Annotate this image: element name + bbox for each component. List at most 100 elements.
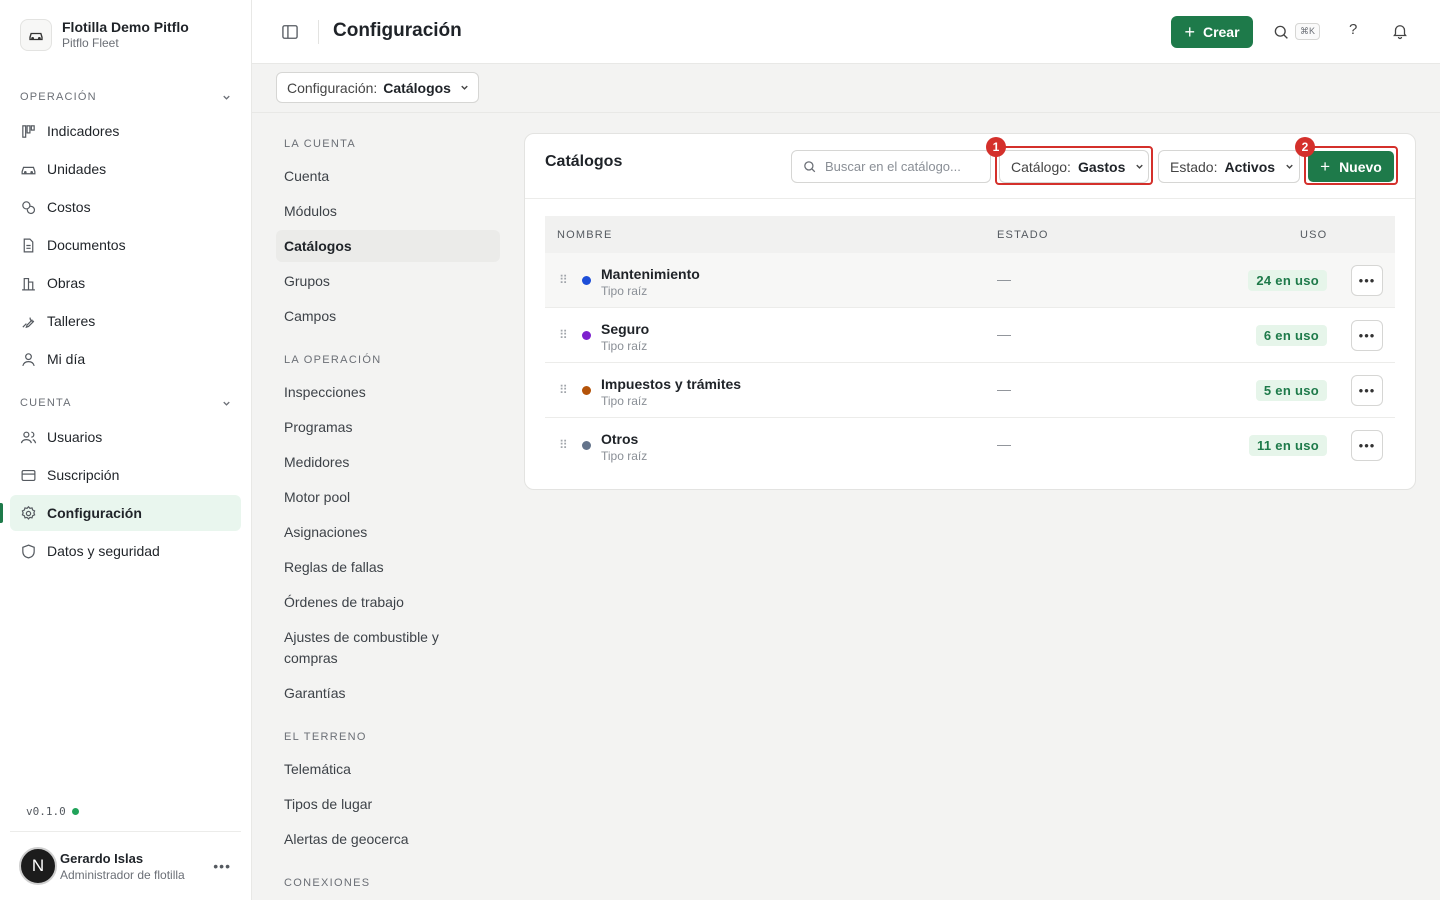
sidebar-item-suscripcion[interactable]: Suscripción [10,457,241,493]
sidebar-item-label: Talleres [47,313,96,329]
sidebar-item-documentos[interactable]: Documentos [10,227,241,263]
color-dot [582,276,591,285]
row-subtitle: Tipo raíz [601,449,648,463]
sidebar-item-obras[interactable]: Obras [10,265,241,301]
settings-section-title: CONEXIONES [284,877,371,889]
settings-item-alertas-geocerca[interactable]: Alertas de geocerca [276,823,500,855]
new-item-button[interactable]: + Nuevo [1308,151,1394,182]
row-more-button[interactable]: ••• [1351,375,1383,406]
sidebar-item-unidades[interactable]: Unidades [10,151,241,187]
more-icon[interactable]: ••• [213,858,231,874]
settings-item-ajustes-combustible[interactable]: Ajustes de combustible y compras [276,627,466,669]
column-header-uso: USO [1300,229,1328,241]
catalog-table: NOMBRE ESTADO USO ⠿ Mantenimiento Tipo r… [545,216,1395,473]
sidebar-item-costos[interactable]: Costos [10,189,241,225]
section-title: OPERACIÓN [20,91,97,103]
row-estado: — [997,436,1011,452]
settings-item-motor-pool[interactable]: Motor pool [276,481,500,513]
sidebar-item-label: Documentos [47,237,126,253]
drag-handle-icon[interactable]: ⠿ [559,328,568,342]
card-title: Catálogos [545,153,623,170]
catalog-card: Catálogos Catálogo: Gastos 1 Estado: Act… [524,133,1416,490]
search-icon[interactable] [1272,23,1290,41]
divider [318,20,319,44]
row-more-button[interactable]: ••• [1351,320,1383,351]
sidebar-item-usuarios[interactable]: Usuarios [10,419,241,455]
shortcut-hint: ⌘K [1295,23,1320,40]
sidebar-item-indicadores[interactable]: Indicadores [10,113,241,149]
table-row[interactable]: ⠿ Impuestos y trámites Tipo raíz — 5 en … [545,363,1395,418]
card-header: Catálogos Catálogo: Gastos 1 Estado: Act… [525,134,1415,199]
settings-item-campos[interactable]: Campos [276,300,500,332]
filter-value: Gastos [1077,158,1126,175]
users-icon [20,429,37,446]
catalog-search[interactable] [791,150,991,183]
help-icon[interactable]: ? [1349,21,1357,38]
drag-handle-icon[interactable]: ⠿ [559,383,568,397]
sidebar-item-configuracion[interactable]: Configuración [10,495,241,531]
row-estado: — [997,271,1011,287]
section-operacion-header[interactable]: OPERACIÓN [20,91,232,103]
version-label: v0.1.0 [26,805,66,818]
settings-item-telematica[interactable]: Telemática [276,753,500,785]
section-title: CUENTA [20,397,72,409]
drag-handle-icon[interactable]: ⠿ [559,273,568,287]
table-header: NOMBRE ESTADO USO [545,216,1395,253]
drag-handle-icon[interactable]: ⠿ [559,438,568,452]
sidebar-item-mi-dia[interactable]: Mi día [10,341,241,377]
sidebar-item-label: Usuarios [47,429,103,445]
section-cuenta-header[interactable]: CUENTA [20,397,232,409]
settings-section-title: EL TERRENO [284,731,367,743]
settings-item-catalogos[interactable]: Catálogos [276,230,500,262]
user-name: Gerardo Islas [60,850,144,866]
row-name: Impuestos y trámites [601,376,742,392]
row-name: Otros [601,431,639,447]
settings-item-programas[interactable]: Programas [276,411,500,443]
estado-select[interactable]: Estado: Activos [1158,150,1300,183]
topbar: Configuración + Crear ⌘K ? [252,0,1440,64]
settings-item-modulos[interactable]: Módulos [276,195,500,227]
new-label: Nuevo [1339,158,1382,175]
sidebar-item-label: Costos [47,199,91,215]
usage-badge: 24 en uso [1248,270,1327,291]
sidebar-toggle-icon[interactable] [280,22,300,42]
car-icon [20,18,52,51]
filter-label: Estado: [1170,158,1218,175]
plus-icon: + [1320,156,1331,176]
table-row[interactable]: ⠿ Mantenimiento Tipo raíz — 24 en uso ••… [545,253,1395,308]
page-title: Configuración [333,20,462,41]
table-row[interactable]: ⠿ Seguro Tipo raíz — 6 en uso ••• [545,308,1395,363]
settings-item-asignaciones[interactable]: Asignaciones [276,516,500,548]
org-name: Flotilla Demo Pitflo [62,19,189,35]
sidebar-item-label: Configuración [47,505,142,521]
bell-icon[interactable] [1391,22,1409,40]
filter-label: Catálogo: [1011,158,1071,175]
row-more-button[interactable]: ••• [1351,430,1383,461]
catalog-type-select[interactable]: Catálogo: Gastos [999,150,1149,183]
create-button[interactable]: + Crear [1171,16,1253,48]
settings-item-reglas-fallas[interactable]: Reglas de fallas [276,551,500,583]
chevron-down-icon [221,398,232,409]
scope-label: Configuración: [287,79,378,96]
settings-item-garantias[interactable]: Garantías [276,677,500,709]
sidebar-item-label: Indicadores [47,123,120,139]
user-menu[interactable]: N Gerardo Islas Administrador de flotill… [10,831,241,900]
settings-item-ordenes-trabajo[interactable]: Órdenes de trabajo [276,586,500,618]
settings-item-tipos-lugar[interactable]: Tipos de lugar [276,788,500,820]
table-row[interactable]: ⠿ Otros Tipo raíz — 11 en uso ••• [545,418,1395,473]
settings-item-inspecciones[interactable]: Inspecciones [276,376,500,408]
chevron-down-icon [459,82,470,93]
active-indicator [0,503,3,523]
row-more-button[interactable]: ••• [1351,265,1383,296]
settings-item-medidores[interactable]: Medidores [276,446,500,478]
sidebar-item-datos-seguridad[interactable]: Datos y seguridad [10,533,241,569]
usage-badge: 11 en uso [1249,435,1327,456]
sidebar-item-talleres[interactable]: Talleres [10,303,241,339]
row-estado: — [997,326,1011,342]
settings-item-grupos[interactable]: Grupos [276,265,500,297]
org-switcher[interactable]: Flotilla Demo Pitflo Pitflo Fleet [20,18,189,51]
search-input[interactable] [825,159,985,174]
settings-item-cuenta[interactable]: Cuenta [276,160,500,192]
settings-scope-select[interactable]: Configuración: Catálogos [276,72,479,103]
main-content: LA CUENTA Cuenta Módulos Catálogos Grupo… [252,113,1440,900]
